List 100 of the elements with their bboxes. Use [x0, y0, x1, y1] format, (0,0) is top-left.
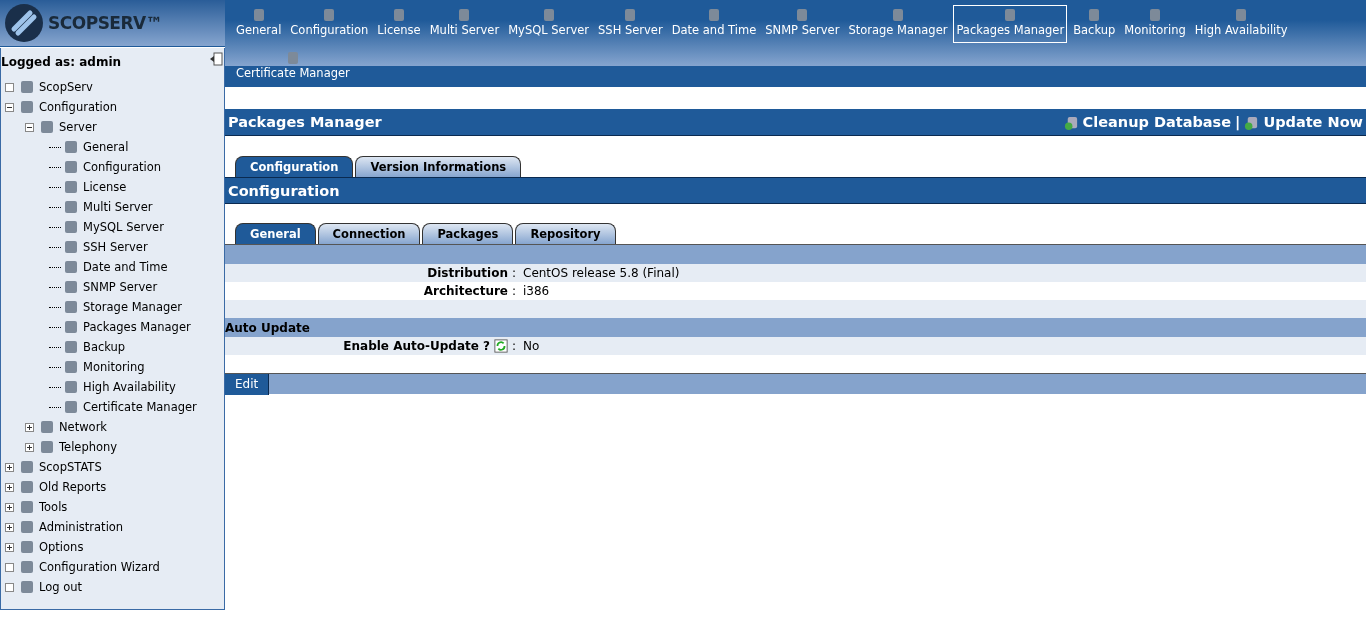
tree-icon: [39, 439, 55, 455]
minus-icon[interactable]: [5, 102, 14, 112]
field-label: Distribution: [426, 266, 508, 280]
tree-icon: [63, 379, 79, 395]
tree-icon: [63, 179, 79, 195]
nav-item[interactable]: High Availability: [1191, 5, 1291, 43]
plus-icon[interactable]: [5, 522, 14, 532]
plus-icon[interactable]: [5, 542, 14, 552]
tree-icon: [39, 419, 55, 435]
tree-item[interactable]: General: [83, 140, 129, 154]
database-icon: [1063, 114, 1079, 130]
plus-icon[interactable]: [5, 482, 14, 492]
tree-item[interactable]: Backup: [83, 340, 126, 354]
action-link[interactable]: Cleanup Database: [1082, 114, 1232, 130]
nav-item[interactable]: General: [233, 5, 285, 43]
nav-item[interactable]: SSH Server: [595, 5, 666, 43]
tree-item[interactable]: Server: [59, 120, 97, 134]
logo-text: SCOPSERV™: [48, 13, 163, 33]
tree-icon: [63, 259, 79, 275]
tab[interactable]: General: [235, 223, 316, 244]
nav-item[interactable]: Monitoring: [1121, 5, 1189, 43]
nav-icon: [391, 7, 407, 23]
tree-icon: [19, 519, 35, 535]
tab[interactable]: Repository: [515, 223, 616, 244]
plus-icon[interactable]: [25, 422, 34, 432]
tree-item[interactable]: Network: [59, 420, 108, 434]
tree-icon: [63, 199, 79, 215]
field-value: i386: [523, 284, 550, 298]
tree-item[interactable]: MySQL Server: [83, 220, 164, 234]
field-separator: :: [511, 339, 518, 353]
nav-item[interactable]: MySQL Server: [505, 5, 593, 43]
nav-item[interactable]: Multi Server: [426, 5, 503, 43]
tree-item[interactable]: Packages Manager: [83, 320, 191, 334]
section-title: Configuration: [228, 182, 340, 199]
tree-item[interactable]: Configuration Wizard: [39, 560, 160, 574]
database-icon: [1244, 114, 1260, 130]
tab[interactable]: Packages: [422, 223, 514, 244]
nav-item[interactable]: Storage Manager: [845, 5, 951, 43]
tree-box-icon[interactable]: [5, 582, 14, 592]
tree-item[interactable]: High Availability: [83, 380, 176, 394]
tree-item[interactable]: Tools: [39, 500, 68, 514]
tree-item[interactable]: Options: [39, 540, 84, 554]
nav-item[interactable]: License: [374, 5, 424, 43]
minus-icon[interactable]: [25, 122, 34, 132]
tab[interactable]: Version Informations: [355, 156, 522, 177]
tree-item[interactable]: Configuration: [39, 100, 117, 114]
tree-icon: [63, 359, 79, 375]
field-separator: :: [511, 284, 518, 298]
logged-user: Logged as: admin: [1, 55, 122, 69]
field-value: No: [523, 339, 540, 353]
field-label: Architecture: [422, 284, 508, 298]
nav-item[interactable]: SNMP Server: [762, 5, 843, 43]
tree-box-icon[interactable]: [5, 82, 14, 92]
nav-item[interactable]: Packages Manager: [953, 5, 1068, 43]
tree-icon: [63, 279, 79, 295]
tree-item[interactable]: Configuration: [83, 160, 161, 174]
nav-item[interactable]: Date and Time: [668, 5, 760, 43]
field-label: Enable Auto-Update ?: [343, 339, 490, 353]
tree-item[interactable]: SSH Server: [83, 240, 148, 254]
page-title: Packages Manager: [228, 114, 382, 130]
tree-icon: [63, 139, 79, 155]
field-value: CentOS release 5.8 (Final): [523, 266, 680, 280]
tree-item[interactable]: Multi Server: [83, 200, 153, 214]
tree-item[interactable]: Monitoring: [83, 360, 145, 374]
tree-item[interactable]: Old Reports: [39, 480, 107, 494]
tree-item[interactable]: Administration: [39, 520, 124, 534]
tree-icon: [19, 559, 35, 575]
refresh-icon[interactable]: [494, 339, 508, 353]
edit-button[interactable]: Edit: [225, 373, 270, 395]
tree-item[interactable]: Certificate Manager: [83, 400, 197, 414]
tree-item[interactable]: Storage Manager: [83, 300, 183, 314]
tree-item[interactable]: ScopSTATS: [39, 460, 102, 474]
tree-item[interactable]: Telephony: [59, 440, 118, 454]
logo-icon: [4, 3, 44, 43]
tree-box-icon[interactable]: [5, 562, 14, 572]
tree-icon: [63, 239, 79, 255]
nav-item[interactable]: Backup: [1070, 5, 1119, 43]
tree-item[interactable]: License: [83, 180, 127, 194]
plus-icon[interactable]: [25, 442, 34, 452]
tree-item[interactable]: SNMP Server: [83, 280, 158, 294]
tree-icon: [63, 159, 79, 175]
plus-icon[interactable]: [5, 502, 14, 512]
tab[interactable]: Connection: [317, 223, 421, 244]
action-link[interactable]: Update Now: [1263, 114, 1363, 130]
plus-icon[interactable]: [5, 462, 14, 472]
tree-icon: [19, 539, 35, 555]
field-separator: :: [511, 266, 518, 280]
tab[interactable]: Configuration: [235, 156, 354, 177]
tree-icon: [19, 99, 35, 115]
tree-icon: [63, 219, 79, 235]
nav-item[interactable]: Configuration: [287, 5, 372, 43]
tree-icon: [63, 339, 79, 355]
tree-item[interactable]: Log out: [39, 580, 83, 594]
group-heading: Auto Update: [225, 320, 310, 335]
nav-item[interactable]: Certificate Manager: [233, 48, 353, 86]
tree-item[interactable]: Date and Time: [83, 260, 168, 274]
collapse-icon[interactable]: [209, 52, 223, 66]
tree-item[interactable]: ScopServ: [39, 80, 93, 94]
tree-icon: [19, 579, 35, 595]
tree-icon: [19, 499, 35, 515]
